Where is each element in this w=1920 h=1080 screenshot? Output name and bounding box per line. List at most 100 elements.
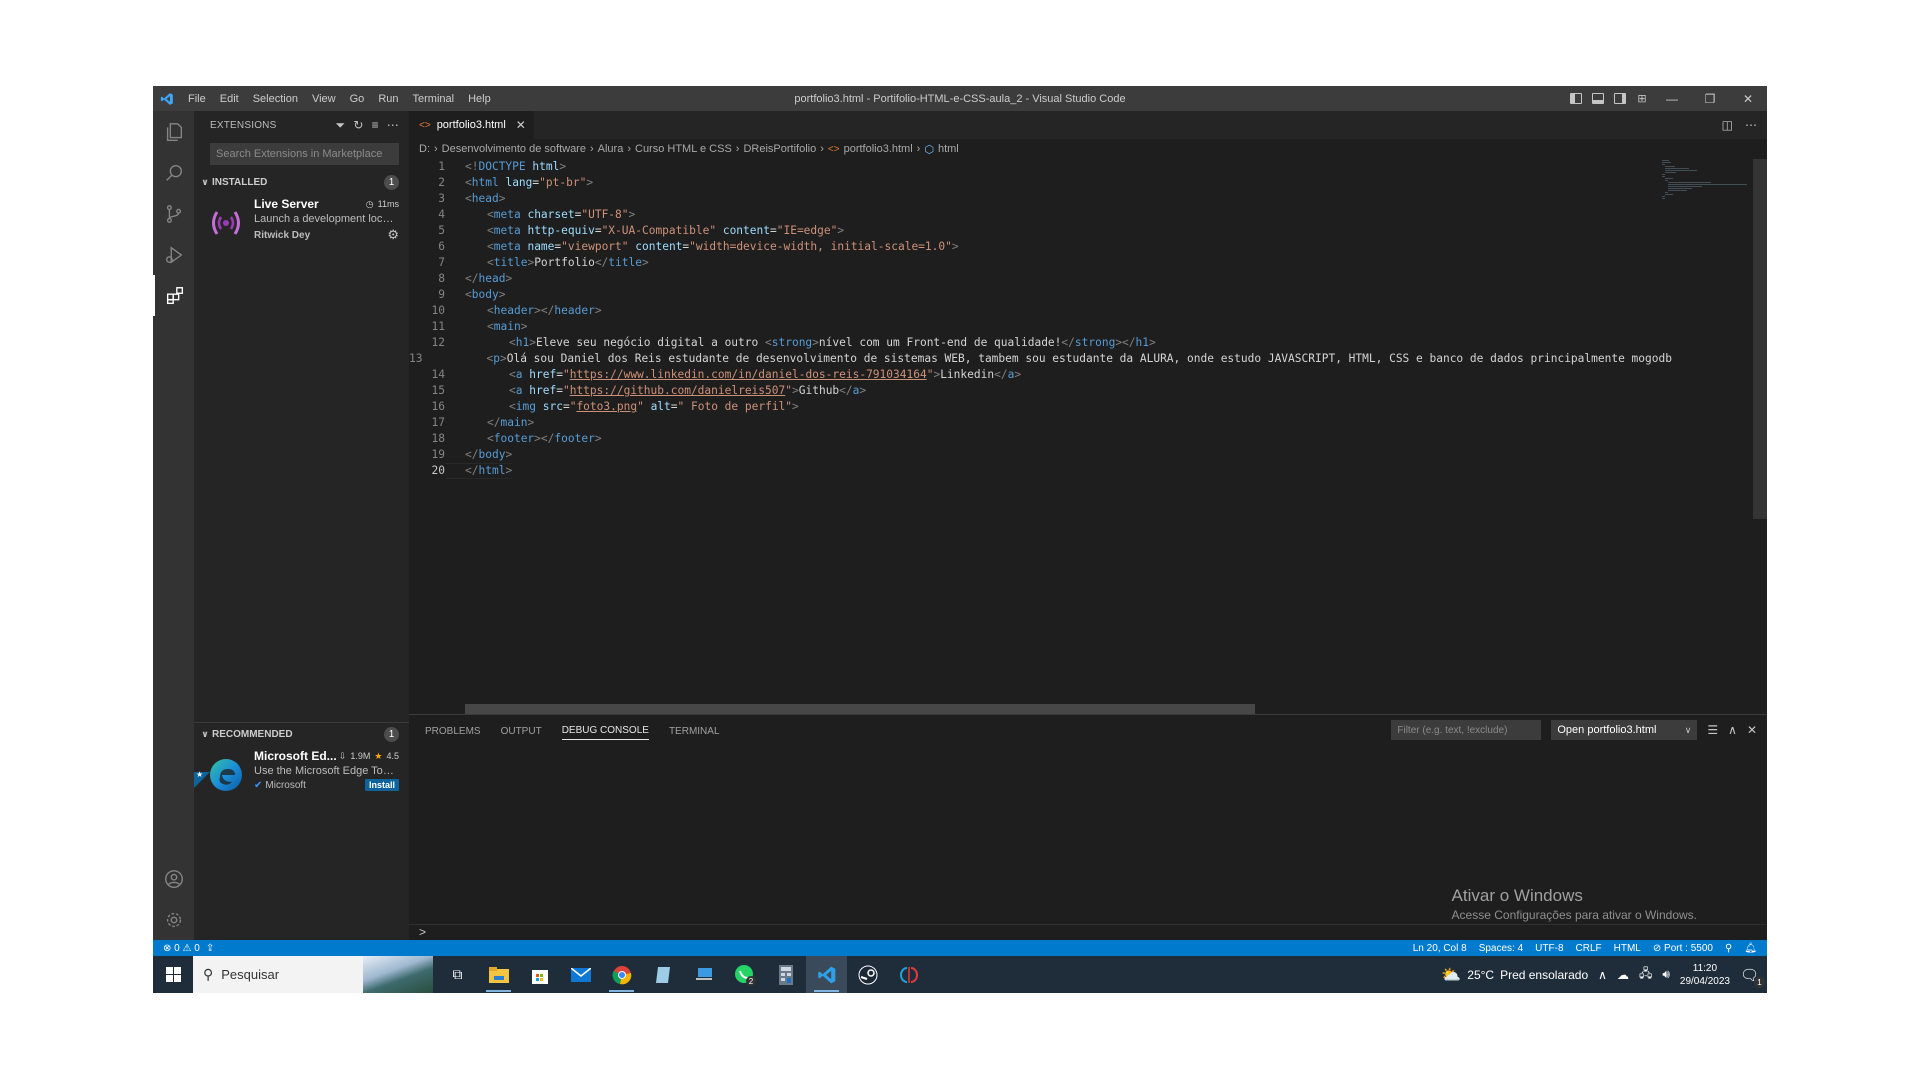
code-line[interactable]: 2 <html lang="pt-br"> <box>409 175 1662 191</box>
extensions-button[interactable] <box>153 275 194 316</box>
more-actions-icon[interactable]: ⋯ <box>387 118 399 133</box>
refresh-icon[interactable]: ↻ <box>353 118 363 133</box>
manage-button[interactable] <box>153 899 194 940</box>
code-line[interactable]: 13 <p>Olá sou Daniel dos Reis estudante d… <box>409 351 1672 367</box>
whatsapp-button[interactable]: 2 <box>724 956 765 993</box>
indentation[interactable]: Spaces: 4 <box>1479 943 1523 954</box>
code-line[interactable]: 6 <meta name="viewport" content="width=de… <box>409 239 1662 255</box>
search-button[interactable] <box>153 152 194 193</box>
clock[interactable]: 11:20 29/04/2023 <box>1680 962 1730 988</box>
live-server-port[interactable]: ⊘ Port : 5500 <box>1653 943 1713 954</box>
extension-item-microsoft-edge-tools[interactable]: ★ Microsoft Ed... ⇩ 1.9M ★ 4.5 Use the Micr… <box>194 745 409 803</box>
close-panel-icon[interactable]: ✕ <box>1747 723 1757 737</box>
menu-selection[interactable]: Selection <box>246 93 305 105</box>
onedrive-icon[interactable]: ☁ <box>1617 968 1629 982</box>
breadcrumb-item[interactable]: Curso HTML e CSS <box>635 143 732 155</box>
toggle-primary-sidebar-button[interactable] <box>1565 86 1587 111</box>
breadcrumb-item[interactable]: DReisPortifolio <box>743 143 816 155</box>
breadcrumb-item[interactable]: html <box>938 143 959 155</box>
breadcrumb-item[interactable]: Desenvolvimento de software <box>442 143 586 155</box>
tab-problems[interactable]: PROBLEMS <box>425 715 481 747</box>
show-hidden-icons-icon[interactable]: ∧ <box>1598 968 1607 982</box>
toggle-secondary-sidebar-button[interactable] <box>1609 86 1631 111</box>
code-line[interactable]: 17 </main> <box>409 415 1662 431</box>
code-line[interactable]: 1 <!DOCTYPE html> <box>409 159 1662 175</box>
code-line[interactable]: 20 </html> <box>409 463 1662 479</box>
toggle-panel-button[interactable] <box>1587 86 1609 111</box>
horizontal-scrollbar[interactable] <box>465 704 1255 714</box>
accounts-button[interactable] <box>153 858 194 899</box>
line-endings[interactable]: CRLF <box>1576 943 1602 954</box>
tab-portfolio3-html[interactable]: <> portfolio3.html ✕ <box>409 111 534 139</box>
extension-settings-gear-icon[interactable]: ⚙ <box>387 227 399 243</box>
file-explorer-button[interactable] <box>478 956 519 993</box>
notification-center-icon[interactable]: 🗨︎ 1 <box>1740 966 1765 988</box>
remote-desktop-button[interactable] <box>683 956 724 993</box>
live-share-icon[interactable]: ⇪ <box>206 943 214 954</box>
clear-console-icon[interactable]: ☰ <box>1707 723 1718 737</box>
menu-edit[interactable]: Edit <box>213 93 246 105</box>
code-line[interactable]: 18 <footer></footer> <box>409 431 1662 447</box>
errors-status[interactable]: ⊗ 0 ⚠ 0 <box>163 943 200 954</box>
code-line[interactable]: 16 <img src="foto3.png" alt=" Foto de per… <box>409 399 1662 415</box>
minimap[interactable] <box>1662 159 1753 219</box>
mail-button[interactable] <box>560 956 601 993</box>
clear-icon[interactable]: ≡ <box>372 118 379 133</box>
code-editor[interactable]: 1 <!DOCTYPE html> 2 <html lang="pt-br"> 3 <he… <box>409 159 1672 714</box>
breadcrumb-item[interactable]: D: <box>419 143 430 155</box>
calculator-button[interactable] <box>765 956 806 993</box>
debug-filter-input[interactable]: Filter (e.g. text, !exclude) <box>1391 720 1542 740</box>
code-line[interactable]: 5 <meta http-equiv="X-UA-Compatible" cont… <box>409 223 1662 239</box>
notifications-bell-icon[interactable]: 🔔︎ <box>1744 943 1757 954</box>
task-view-button[interactable]: ⧉ <box>437 956 478 993</box>
code-line[interactable]: 9 <body> <box>409 287 1662 303</box>
recommended-section-header[interactable]: ∨ RECOMMENDED 1 <box>194 723 409 745</box>
menu-view[interactable]: View <box>305 93 343 105</box>
vscode-taskbar-button[interactable] <box>806 956 847 993</box>
close-window-button[interactable]: ✕ <box>1729 86 1767 111</box>
code-line[interactable]: 8 </head> <box>409 271 1662 287</box>
menu-help[interactable]: Help <box>461 93 498 105</box>
debug-session-select[interactable]: Open portfolio3.html ∨ <box>1551 720 1698 740</box>
vertical-scrollbar[interactable] <box>1753 159 1767 519</box>
cursor-position[interactable]: Ln 20, Col 8 <box>1413 943 1467 954</box>
volume-icon[interactable]: 🔊︎ <box>1662 967 1670 982</box>
close-tab-icon[interactable]: ✕ <box>516 118 526 132</box>
network-icon[interactable]: 🖧 <box>1639 964 1652 985</box>
source-control-button[interactable] <box>153 193 194 234</box>
code-line[interactable]: 14 <a href="https://www.linkedin.com/in/d… <box>409 367 1662 383</box>
tab-debug-console[interactable]: DEBUG CONSOLE <box>561 722 649 740</box>
feedback-icon[interactable]: ⚲ <box>1725 943 1732 954</box>
tab-output[interactable]: OUTPUT <box>501 715 542 747</box>
code-line[interactable]: 19 </body> <box>409 447 1662 463</box>
more-actions-icon[interactable]: ⋯ <box>1745 118 1757 132</box>
steam-button[interactable] <box>847 956 888 993</box>
run-debug-button[interactable] <box>153 234 194 275</box>
encoding[interactable]: UTF-8 <box>1535 943 1563 954</box>
restore-button[interactable]: ❐ <box>1691 86 1729 111</box>
breadcrumb-item[interactable]: Alura <box>598 143 624 155</box>
menu-go[interactable]: Go <box>343 93 372 105</box>
minimize-button[interactable]: — <box>1653 86 1691 111</box>
installed-section-header[interactable]: ∨ INSTALLED 1 <box>194 171 409 193</box>
chrome-button[interactable] <box>601 956 642 993</box>
menu-terminal[interactable]: Terminal <box>406 93 462 105</box>
app-button[interactable] <box>888 956 929 993</box>
code-line[interactable]: 15 <a href="https://github.com/danielreis… <box>409 383 1662 399</box>
tab-terminal[interactable]: TERMINAL <box>669 715 720 747</box>
code-line[interactable]: 4 <meta charset="UTF-8"> <box>409 207 1662 223</box>
breadcrumb-item[interactable]: portfolio3.html <box>844 143 913 155</box>
code-line[interactable]: 10 <header></header> <box>409 303 1662 319</box>
extensions-search-input[interactable]: Search Extensions in Marketplace <box>210 143 399 165</box>
code-line[interactable]: 7 <title>Portfolio</title> <box>409 255 1662 271</box>
maximize-panel-icon[interactable]: ∧ <box>1728 723 1737 737</box>
menu-run[interactable]: Run <box>371 93 405 105</box>
taskbar-search[interactable]: ⚲ Pesquisar <box>193 956 433 993</box>
explorer-button[interactable] <box>153 111 194 152</box>
code-line[interactable]: 11 <main> <box>409 319 1662 335</box>
weather-widget[interactable]: ⛅ 25°C Pred ensolarado <box>1441 965 1588 985</box>
customize-layout-button[interactable]: ⊞ <box>1631 86 1653 111</box>
extension-item-live-server[interactable]: Live Server ◷ 11ms Launch a development l… <box>194 193 409 251</box>
notepad-button[interactable] <box>642 956 683 993</box>
menu-file[interactable]: File <box>181 93 213 105</box>
